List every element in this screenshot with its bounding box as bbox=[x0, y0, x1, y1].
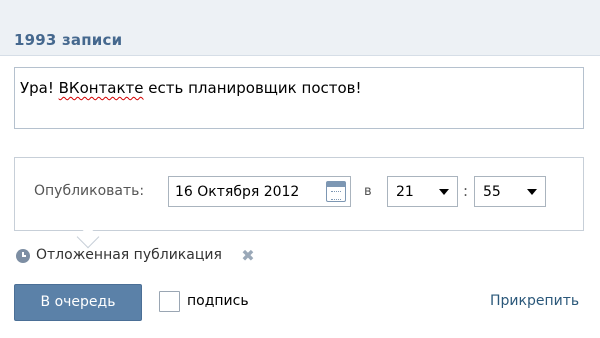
calendar-icon[interactable] bbox=[326, 181, 346, 202]
wall-header: 1993 записи bbox=[0, 0, 600, 56]
post-textarea[interactable]: Ура! ВКонтакте есть планировщик постов! bbox=[14, 67, 584, 129]
attach-link[interactable]: Прикрепить bbox=[490, 293, 579, 309]
misspelled-word: ВКонтакте bbox=[58, 79, 144, 97]
clock-icon bbox=[16, 249, 30, 263]
signature-checkbox[interactable] bbox=[159, 291, 180, 312]
queue-button[interactable]: В очередь bbox=[14, 284, 142, 321]
at-label: в bbox=[364, 184, 372, 199]
chevron-down-icon bbox=[439, 189, 449, 195]
close-icon[interactable]: ✖ bbox=[240, 248, 256, 264]
posts-count-title: 1993 записи bbox=[14, 31, 123, 49]
hour-select[interactable]: 21 bbox=[387, 176, 458, 207]
time-colon: : bbox=[463, 182, 469, 200]
minute-value: 55 bbox=[483, 184, 501, 200]
minute-select[interactable]: 55 bbox=[474, 176, 546, 207]
date-value: 16 Октября 2012 bbox=[175, 184, 300, 200]
deferred-label: Отложенная публикация bbox=[36, 247, 222, 263]
date-field[interactable]: 16 Октября 2012 bbox=[168, 176, 351, 207]
hour-value: 21 bbox=[396, 184, 414, 200]
post-text: Ура! ВКонтакте есть планировщик постов! bbox=[20, 79, 362, 97]
chevron-down-icon bbox=[527, 189, 537, 195]
signature-label[interactable]: подпись bbox=[187, 293, 249, 309]
publish-label: Опубликовать: bbox=[34, 183, 145, 199]
